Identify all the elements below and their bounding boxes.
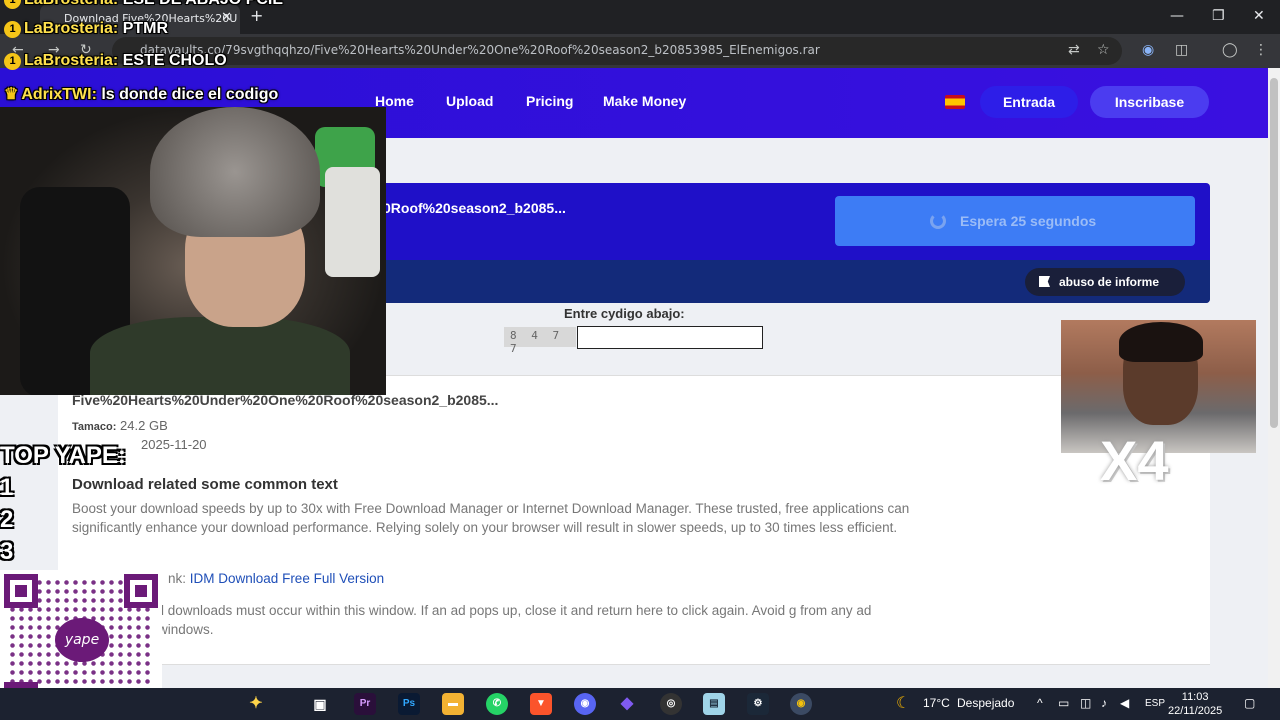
meet-icon[interactable]: ◫ bbox=[1080, 696, 1091, 710]
nav-pricing[interactable]: Pricing bbox=[526, 93, 573, 109]
whatsapp-icon[interactable]: ✆ bbox=[486, 693, 508, 715]
webcam-fur-hat bbox=[150, 107, 320, 237]
extensions-puzzle-icon[interactable]: ◫ bbox=[1175, 42, 1188, 58]
weather-desc: Despejado bbox=[957, 696, 1015, 710]
signup-button[interactable]: Inscribase bbox=[1090, 86, 1209, 118]
microphone-icon[interactable]: ♪ bbox=[1101, 696, 1107, 710]
chat-message: 1LaBrosteria: ESE DE ABAJO PCIE bbox=[4, 0, 283, 9]
bookmark-star-icon[interactable]: ☆ bbox=[1097, 42, 1110, 58]
brave-icon[interactable]: ▼ bbox=[530, 693, 552, 715]
flag-icon bbox=[1039, 276, 1050, 287]
clock-time: 11:03 bbox=[1181, 691, 1209, 703]
task-view-icon[interactable]: ▣ bbox=[309, 693, 331, 715]
tray-overflow-icon[interactable]: ^ bbox=[1037, 696, 1043, 710]
chat-text: ESTE CHOLO bbox=[122, 52, 227, 69]
wait-download-button[interactable]: Espera 25 segundos bbox=[835, 196, 1195, 246]
size-label: Tamaco: bbox=[72, 421, 117, 433]
extension-icon[interactable]: ◉ bbox=[1142, 42, 1154, 58]
multiplier-label: X4 bbox=[1100, 429, 1169, 492]
rank-3: 3 bbox=[0, 538, 14, 565]
chat-user: LaBrosteria: bbox=[24, 20, 119, 37]
chat-text: ls donde dice el codigo bbox=[101, 86, 279, 103]
scrollbar-thumb[interactable] bbox=[1270, 78, 1278, 428]
file-name: 0Roof%20season2_b2085... bbox=[383, 200, 566, 216]
webcam-person-body bbox=[90, 317, 350, 395]
file-size: Tamaco: 24.2 GB bbox=[72, 418, 168, 433]
clip-person-hair bbox=[1119, 322, 1203, 362]
warning-paragraph: ll downloads must occur within this wind… bbox=[158, 603, 872, 637]
file-info-card: Five%20Hearts%20Under%20One%20Roof%20sea… bbox=[58, 375, 1210, 665]
minimize-icon[interactable]: — bbox=[1170, 8, 1184, 24]
captcha-input[interactable] bbox=[577, 326, 763, 349]
close-window-icon[interactable]: ✕ bbox=[1253, 8, 1265, 24]
page-scrollbar[interactable] bbox=[1268, 68, 1280, 688]
idm-link-line: nk: IDM Download Free Full Version bbox=[168, 569, 1018, 588]
chat-message: 1 LaBrosteria: PTMR bbox=[4, 20, 168, 38]
chat-user: LaBrosteria: bbox=[24, 52, 119, 69]
nav-make-money[interactable]: Make Money bbox=[603, 93, 686, 109]
nav-upload[interactable]: Upload bbox=[446, 93, 493, 109]
file-explorer-icon[interactable]: ▬ bbox=[442, 693, 464, 715]
maximize-icon[interactable]: ❐ bbox=[1212, 8, 1225, 24]
close-tab-icon[interactable]: ✕ bbox=[221, 10, 232, 25]
info-paragraph: Boost your download speeds by up to 30x … bbox=[72, 501, 910, 535]
url-text: datavaults.co/79svgthqqhzo/Five%20Hearts… bbox=[140, 43, 820, 57]
notifications-icon[interactable]: ▢ bbox=[1244, 696, 1255, 710]
qr-corner bbox=[4, 574, 38, 608]
notepad-icon[interactable]: ▤ bbox=[703, 693, 725, 715]
spain-flag-icon[interactable] bbox=[945, 95, 965, 109]
app-icon[interactable]: ◆ bbox=[616, 693, 638, 715]
wait-label: Espera 25 segundos bbox=[960, 213, 1097, 229]
network-icon[interactable]: ▭ bbox=[1058, 696, 1069, 710]
chrome-icon[interactable]: ◉ bbox=[790, 693, 812, 715]
system-clock[interactable]: 11:03 22/11/2025 bbox=[1168, 690, 1222, 718]
qr-corner bbox=[124, 574, 158, 608]
webcam-feed bbox=[0, 107, 386, 395]
chat-message: ♛ AdrixTWI: ls donde dice el codigo bbox=[4, 84, 278, 104]
rank-1: 1 bbox=[0, 474, 14, 501]
captcha-image: 8 4 7 7 bbox=[504, 327, 576, 355]
photoshop-icon[interactable]: Ps bbox=[398, 693, 420, 715]
steam-icon[interactable]: ⚙ bbox=[747, 693, 769, 715]
idm-download-link[interactable]: IDM Download Free Full Version bbox=[190, 571, 384, 586]
yape-logo: yape bbox=[55, 618, 109, 662]
sub-badge-icon: 1 bbox=[4, 53, 21, 70]
language-indicator[interactable]: ESP bbox=[1145, 698, 1165, 709]
chat-text: ESE DE ABAJO PCIE bbox=[123, 0, 283, 8]
obs-icon[interactable]: ◎ bbox=[660, 693, 682, 715]
chat-user: LaBrosteria: bbox=[24, 0, 118, 8]
translate-icon[interactable]: ⇄ bbox=[1068, 42, 1080, 58]
windows-taskbar: ✦ ▣ Pr Ps ▬ ✆ ▼ ◉ ◆ ◎ ▤ ⚙ ◉ ☾ 17°C Despe… bbox=[0, 688, 1280, 720]
chat-text: PTMR bbox=[122, 20, 169, 37]
weather-moon-icon: ☾ bbox=[896, 695, 911, 712]
top-yape-leaderboard: TOP YAPE: 1 2 3 bbox=[0, 440, 160, 568]
chat-message: 1 LaBrosteria: ESTE CHOLO bbox=[4, 52, 227, 70]
crown-badge-icon: ♛ bbox=[4, 86, 19, 103]
clock-date: 22/11/2025 bbox=[1168, 705, 1223, 717]
link-prefix: nk: bbox=[168, 571, 187, 586]
top-yape-title: TOP YAPE: bbox=[0, 442, 126, 469]
size-value: 24.2 GB bbox=[120, 418, 168, 433]
report-abuse-button[interactable]: abuso de informe bbox=[1025, 268, 1185, 296]
volume-icon[interactable]: ◀ bbox=[1120, 696, 1129, 710]
rank-2: 2 bbox=[0, 506, 14, 533]
address-bar[interactable]: datavaults.co/79svgthqqhzo/Five%20Hearts… bbox=[112, 37, 1122, 65]
sub-badge-icon: 1 bbox=[4, 21, 21, 38]
weather-temp: 17°C bbox=[923, 696, 950, 710]
discord-icon[interactable]: ◉ bbox=[574, 693, 596, 715]
menu-dots-icon[interactable]: ⋮ bbox=[1254, 42, 1268, 58]
report-label: abuso de informe bbox=[1059, 275, 1160, 289]
chat-user: AdrixTWI: bbox=[21, 86, 97, 103]
profile-icon[interactable]: ◯ bbox=[1222, 42, 1238, 58]
loading-spinner-icon bbox=[930, 213, 946, 229]
captcha-label: Entre cydigo abajo: bbox=[564, 306, 685, 321]
copilot-icon[interactable]: ✦ bbox=[245, 693, 267, 715]
sub-badge-icon: 1 bbox=[4, 0, 21, 9]
login-button[interactable]: Entrada bbox=[980, 86, 1078, 118]
premiere-icon[interactable]: Pr bbox=[354, 693, 376, 715]
webcam-white-cloth bbox=[325, 167, 380, 277]
